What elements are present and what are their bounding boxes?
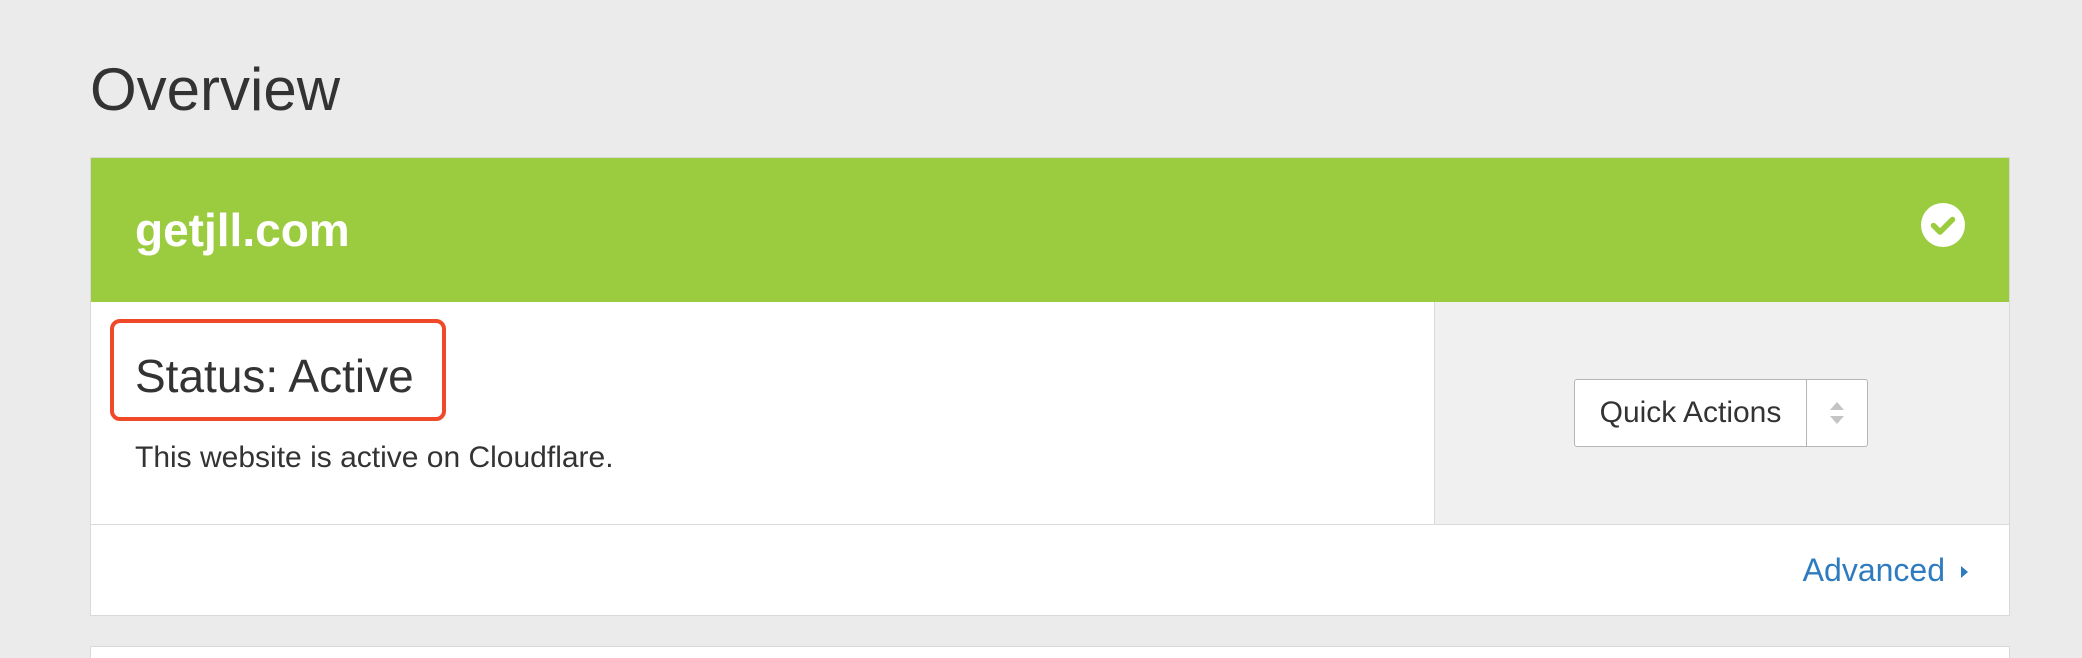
actions-panel: Quick Actions: [1435, 302, 2009, 524]
overview-page: Overview getjll.com Status: Active This …: [0, 0, 2082, 658]
status-panel: Status: Active This website is active on…: [91, 302, 1435, 524]
site-header: getjll.com: [91, 158, 2009, 302]
card-footer: Advanced: [91, 525, 2009, 615]
site-status-body: Status: Active This website is active on…: [91, 302, 2009, 525]
status-description: This website is active on Cloudflare.: [135, 441, 614, 474]
page-title: Overview: [90, 56, 341, 123]
check-circle-icon: [1921, 203, 1965, 247]
status-title: Status: Active: [135, 350, 414, 402]
sort-arrows-icon: [1807, 380, 1867, 446]
domain-name: getjll.com: [135, 204, 350, 256]
next-card: [90, 646, 2010, 658]
site-overview-card: getjll.com Status: Active This website i…: [90, 157, 2010, 616]
advanced-label: Advanced: [1802, 552, 1945, 588]
quick-actions-select[interactable]: Quick Actions: [1574, 379, 1868, 447]
quick-actions-label: Quick Actions: [1575, 380, 1807, 446]
caret-right-icon: [1959, 549, 1969, 591]
advanced-link[interactable]: Advanced: [1803, 549, 1969, 591]
